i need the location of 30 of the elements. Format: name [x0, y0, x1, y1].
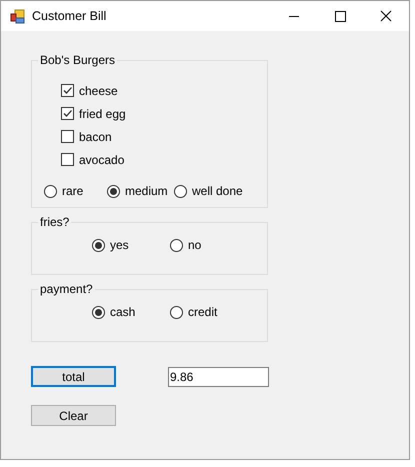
checkbox[interactable]	[61, 130, 74, 143]
checkbox[interactable]	[61, 153, 74, 166]
radio-label: medium	[125, 183, 168, 200]
radio-button[interactable]	[170, 238, 183, 252]
checkbox[interactable]	[61, 107, 74, 120]
radio-label: cash	[110, 304, 136, 321]
group-title: fries?	[38, 215, 72, 229]
group-title: payment?	[38, 282, 95, 296]
radio-button[interactable]	[170, 306, 183, 318]
radio-button[interactable]	[44, 184, 57, 198]
checkbox-label: fried egg	[79, 106, 126, 122]
radio-button[interactable]	[92, 238, 105, 252]
radio-button[interactable]	[174, 184, 187, 198]
window-title: Customer Bill	[32, 8, 106, 25]
radio-label: credit	[188, 304, 218, 321]
checkbox-label: bacon	[79, 128, 112, 146]
radio-label: yes	[110, 237, 129, 254]
group-title: Bob's Burgers	[38, 53, 117, 67]
radio-label: rare	[62, 183, 84, 200]
clear-button[interactable]: Clear	[31, 405, 116, 426]
radio-button[interactable]	[107, 184, 120, 198]
radio-label: no	[188, 237, 202, 254]
total-button[interactable]: total	[31, 366, 116, 387]
total-field[interactable]: 9.86	[168, 366, 269, 386]
checkbox-label: avocado	[79, 152, 124, 168]
radio-button[interactable]	[92, 306, 105, 318]
radio-label: well done	[192, 183, 243, 200]
checkbox[interactable]	[61, 84, 74, 97]
checkbox-label: cheese	[79, 82, 118, 100]
app-icon	[10, 8, 25, 24]
